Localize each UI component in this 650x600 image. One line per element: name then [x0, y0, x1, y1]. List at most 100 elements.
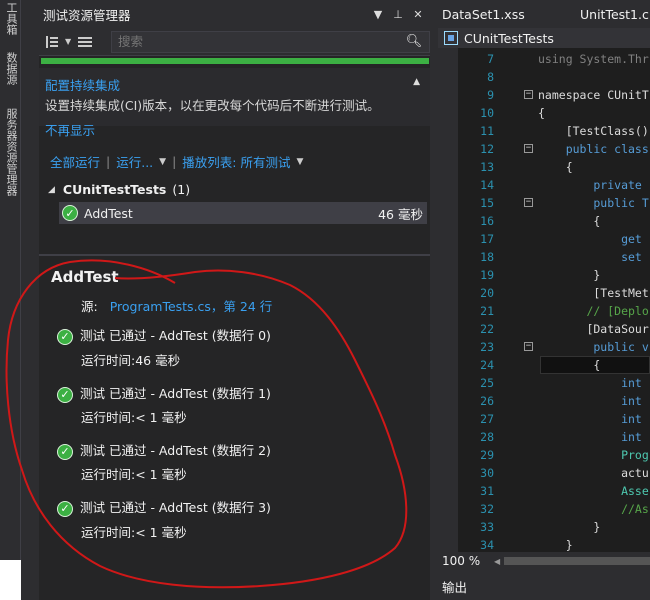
panel-divider[interactable] [39, 254, 430, 256]
dont-show-again-link[interactable]: 不再显示 [45, 120, 95, 139]
line-number: 15 [480, 196, 494, 210]
group-by-icon[interactable] [45, 34, 63, 50]
code-line: 30 actu [458, 464, 650, 482]
code-text: int [538, 376, 642, 390]
code-text: public v [538, 340, 649, 354]
code-text: } [538, 520, 601, 534]
close-icon[interactable]: ✕ [410, 8, 426, 21]
passed-check-icon: ✓ [62, 205, 78, 221]
line-number: 34 [480, 538, 494, 552]
code-line: 27 int [458, 410, 650, 428]
code-line: 29 Prog [458, 446, 650, 464]
test-group-header[interactable]: ◢ CUnitTestTests (1) [48, 182, 190, 197]
tab-dataset1[interactable]: DataSet1.xss [434, 7, 574, 22]
code-text: [DataSour [538, 322, 649, 336]
result-time: 运行时间:< 1 毫秒 [81, 525, 187, 540]
source-label: 源: [81, 299, 98, 314]
passed-check-icon: ✓ [57, 500, 73, 517]
line-number: 26 [480, 394, 494, 408]
fold-toggle-icon[interactable]: − [524, 342, 533, 351]
code-text: { [538, 214, 601, 228]
code-text: namespace CUnitT [538, 88, 649, 102]
detail-title: AddTest [51, 268, 119, 286]
horizontal-scrollbar[interactable] [504, 557, 650, 565]
editor-tab-bar: DataSet1.xss UnitTest1.c [434, 0, 650, 28]
search-box: 🔍︎ [111, 30, 430, 53]
zoom-level[interactable]: 100 % [438, 554, 494, 568]
output-tab[interactable]: 输出 [434, 576, 650, 600]
code-line: 19 } [458, 266, 650, 284]
result-text: 测试 已通过 - AddTest (数据行 1) [80, 386, 271, 401]
group-by-dropdown-icon[interactable]: ▼ [65, 37, 71, 46]
line-number: 33 [480, 520, 494, 534]
progress-bar [41, 58, 429, 64]
ci-title-link[interactable]: 配置持续集成 [45, 75, 120, 94]
code-text: private [538, 178, 642, 192]
group-name: CUnitTestTests [62, 182, 167, 197]
playlist-dropdown-icon[interactable]: ▼ [296, 157, 303, 167]
run-all-link[interactable]: 全部运行 [50, 152, 100, 171]
code-text: public class [538, 142, 649, 156]
test-row-addtest[interactable]: ✓ AddTest 46 毫秒 [59, 202, 427, 224]
fold-toggle-icon[interactable]: − [524, 198, 533, 207]
class-navigation-dropdown[interactable]: CUnitTestTests [438, 28, 650, 48]
code-text: Prog [538, 448, 649, 462]
code-text: { [538, 160, 573, 174]
line-number: 7 [487, 52, 494, 66]
line-number: 30 [480, 466, 494, 480]
code-editor[interactable]: 7 using System.Thr 8 9− namespace CUnitT 10{1… [458, 48, 650, 552]
panel-title: 测试资源管理器 [43, 7, 131, 23]
separator: | [172, 154, 177, 169]
code-line: 22 [DataSour [458, 320, 650, 338]
code-text: int [538, 412, 642, 426]
code-text: // [Deplo [538, 304, 649, 318]
collapse-icon[interactable]: ▲ [413, 77, 420, 87]
line-number: 25 [480, 376, 494, 390]
code-line: 21 // [Deplo [458, 302, 650, 320]
code-line: 14 private [458, 176, 650, 194]
detail-source: 源: ProgramTests.cs，第 24 行 [81, 296, 272, 315]
scroll-left-icon[interactable]: ◀ [494, 557, 500, 566]
line-number: 13 [480, 160, 494, 174]
code-text: [TestMet [538, 286, 649, 300]
code-text: } [538, 538, 573, 552]
playlist-link[interactable]: 播放列表: 所有测试 [182, 152, 290, 171]
code-text: //As [538, 502, 649, 516]
dropdown-arrow-icon[interactable]: ▼ [370, 8, 386, 21]
line-number: 10 [480, 106, 494, 120]
panel-toolbar: ▼ 🔍︎ [39, 28, 430, 56]
passed-check-icon: ✓ [57, 386, 73, 403]
result-text: 测试 已通过 - AddTest (数据行 3) [80, 500, 271, 515]
run-dropdown-icon[interactable]: ▼ [159, 157, 166, 167]
passed-check-icon: ✓ [57, 443, 73, 460]
search-icon[interactable]: 🔍︎ [399, 34, 429, 49]
pin-icon[interactable]: ⊥ [390, 8, 406, 21]
run-link[interactable]: 运行... [116, 152, 153, 171]
source-link[interactable]: ProgramTests.cs，第 24 行 [110, 299, 273, 314]
tab-unittest1[interactable]: UnitTest1.c [574, 7, 649, 22]
ci-notification: 配置持续集成 ▲ 设置持续集成(CI)版本，以在更改每个代码后不断进行测试。 [39, 68, 430, 126]
code-text: int [538, 394, 642, 408]
code-line: 25 int [458, 374, 650, 392]
data-sources-tab[interactable]: 数据源 [3, 52, 19, 85]
line-number: 32 [480, 502, 494, 516]
code-line: 18 set [458, 248, 650, 266]
code-line: 11 [TestClass() [458, 122, 650, 140]
fold-toggle-icon[interactable]: − [524, 90, 533, 99]
playlist-icon[interactable] [77, 34, 93, 50]
expand-arrow-icon[interactable]: ◢ [48, 185, 55, 195]
line-number: 21 [480, 304, 494, 318]
search-input[interactable] [112, 34, 399, 49]
code-line: 7 using System.Thr [458, 50, 650, 68]
code-text: int [538, 430, 642, 444]
fold-toggle-icon[interactable]: − [524, 144, 533, 153]
nav-class-name: CUnitTestTests [464, 30, 554, 46]
code-line: 12 − public class [458, 140, 650, 158]
toolbox-tab[interactable]: 工具箱 [3, 2, 19, 35]
code-line: 17 get [458, 230, 650, 248]
code-line: 32 //As [458, 500, 650, 518]
server-explorer-tab[interactable]: 服务器资源管理器 [3, 108, 19, 196]
line-number: 17 [480, 232, 494, 246]
code-line: 26 int [458, 392, 650, 410]
result-text: 测试 已通过 - AddTest (数据行 0) [80, 328, 271, 343]
